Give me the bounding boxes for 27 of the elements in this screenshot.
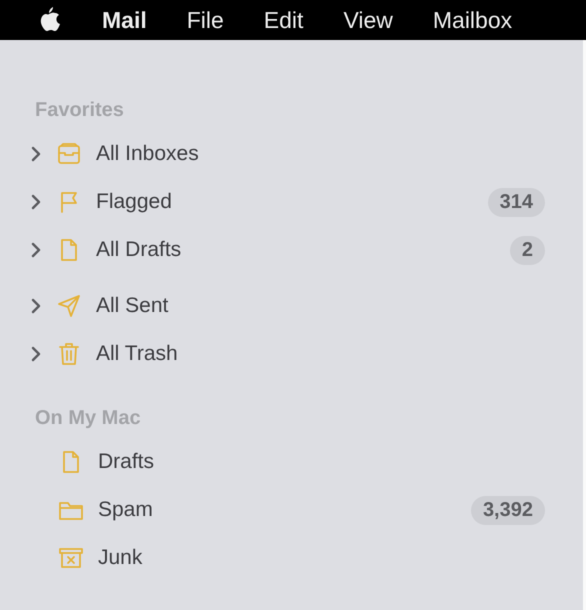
tray-icon [56,141,82,167]
mailbox-label[interactable]: Junk [98,546,142,570]
junk-bin-icon [58,545,84,571]
unread-count: 2 [510,236,545,264]
disclosure-chevron-icon[interactable] [30,242,42,258]
trash-icon [56,341,82,367]
mailbox-label[interactable]: All Trash [96,342,178,366]
menu-item[interactable]: Mail [102,6,147,34]
disclosure-chevron-icon[interactable] [30,298,42,314]
mailbox-label[interactable]: All Sent [96,294,168,318]
menu-item[interactable]: File [186,6,224,34]
menu-item[interactable]: View [343,6,393,34]
menu-item[interactable]: Edit [264,6,304,34]
mailbox-label[interactable]: All Drafts [96,238,182,262]
mailbox-label[interactable]: Flagged [96,190,172,214]
mailbox-label[interactable]: Spam [98,498,153,522]
disclosure-chevron-icon[interactable] [30,346,42,362]
paper-plane-icon [56,293,82,319]
section-header: Favorites [35,98,124,123]
disclosure-chevron-icon[interactable] [30,194,42,210]
mailbox-label[interactable]: All Inboxes [96,142,199,166]
section-header: On My Mac [35,406,141,431]
menu-item[interactable]: Mailbox [432,6,512,34]
unread-count: 3,392 [470,496,545,524]
mailbox-label[interactable]: Drafts [98,450,154,474]
disclosure-chevron-icon[interactable] [30,146,42,162]
unread-count: 314 [488,188,545,216]
